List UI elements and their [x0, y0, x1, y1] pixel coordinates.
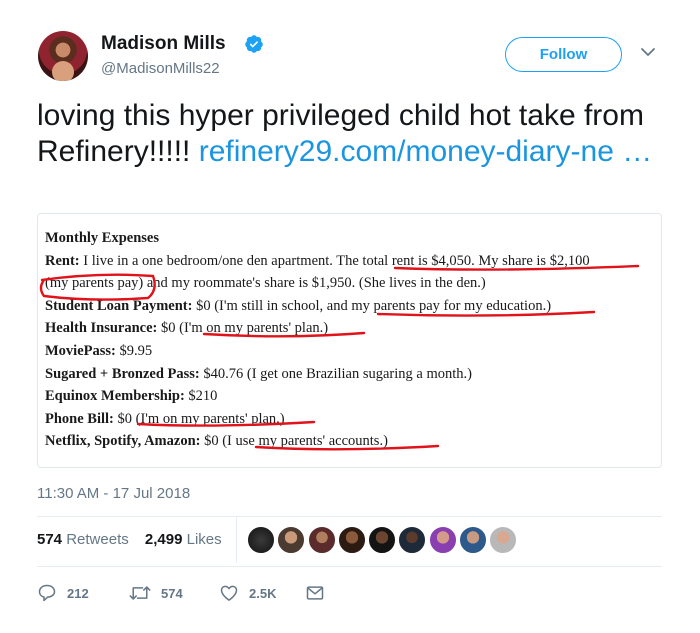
expense-row: Health Insurance: $0 (I'm on my parents'… [45, 320, 329, 337]
stats-separator [236, 517, 237, 563]
likes-label[interactable]: Likes [187, 531, 222, 548]
like-button[interactable]: 2.5K [219, 583, 276, 603]
liker-avatar[interactable] [277, 526, 306, 554]
engagement-stats: 574 Retweets 2,499 Likes [37, 531, 222, 548]
retweets-label[interactable]: Retweets [66, 531, 129, 548]
tweet-timestamp[interactable]: 11:30 AM - 17 Jul 2018 [37, 485, 190, 502]
like-count: 2.5K [249, 585, 277, 601]
tweet-actions: 212 574 2.5K [37, 583, 437, 605]
likes-count[interactable]: 2,499 [145, 531, 183, 548]
tweet-text: loving this hyper privileged child hot t… [37, 98, 657, 170]
liker-avatar[interactable] [398, 526, 427, 554]
reply-button[interactable]: 212 [37, 583, 89, 603]
direct-message-button[interactable] [305, 583, 335, 603]
divider [37, 516, 662, 517]
retweet-button[interactable]: 574 [129, 583, 183, 603]
liker-avatar[interactable] [428, 526, 457, 554]
tweet-link[interactable]: refinery29.com/money-diary-ne … [199, 135, 653, 168]
liker-avatar[interactable] [247, 526, 275, 554]
expense-row: Equinox Membership: $210 [45, 388, 218, 405]
envelope-icon [306, 586, 324, 600]
expense-row: Phone Bill: $0 (I'm on my parents' plan.… [45, 410, 285, 427]
follow-button[interactable]: Follow [505, 37, 622, 72]
liker-avatar[interactable] [489, 526, 518, 554]
divider [37, 566, 662, 567]
verified-badge-icon [245, 35, 263, 53]
reply-icon [38, 584, 56, 602]
author-handle[interactable]: @MadisonMills22 [101, 60, 220, 77]
retweet-count: 574 [161, 585, 183, 601]
expense-row: Rent: I live in a one bedroom/one den ap… [45, 252, 590, 269]
reply-count: 212 [67, 585, 89, 601]
tweet-image[interactable]: Monthly Expenses Rent: I live in a one b… [37, 213, 662, 468]
author-name[interactable]: Madison Mills [101, 33, 226, 55]
heart-icon [220, 585, 238, 601]
expense-row: MoviePass: $9.95 [45, 342, 153, 359]
liker-avatar[interactable] [368, 526, 397, 554]
expense-row: Sugared + Bronzed Pass: $40.76 (I get on… [45, 365, 472, 382]
expenses-document: Monthly Expenses Rent: I live in a one b… [45, 227, 655, 453]
likers-avatars [247, 526, 520, 554]
expense-row: (my parents pay) and my roommate's share… [45, 275, 486, 292]
liker-avatar[interactable] [307, 526, 336, 554]
expense-row: Netflix, Spotify, Amazon: $0 (I use my p… [45, 433, 388, 450]
chevron-down-icon[interactable] [640, 46, 656, 58]
liker-avatar[interactable] [337, 526, 366, 554]
retweets-count[interactable]: 574 [37, 531, 62, 548]
author-avatar[interactable] [38, 31, 88, 81]
retweet-icon [129, 586, 151, 600]
expenses-heading: Monthly Expenses [45, 230, 160, 246]
expense-row: Student Loan Payment: $0 (I'm still in s… [45, 297, 552, 314]
liker-avatar[interactable] [459, 526, 488, 554]
